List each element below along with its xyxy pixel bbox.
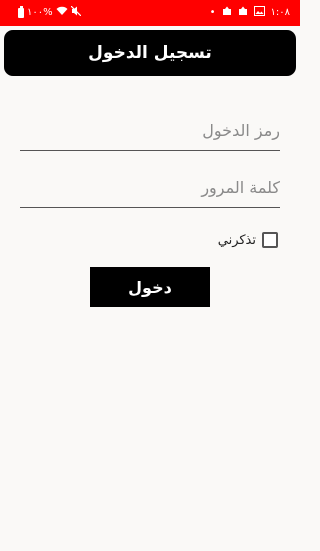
- status-bar-left: ١٠٠%: [18, 5, 82, 21]
- mute-icon: [70, 5, 82, 21]
- username-field[interactable]: [20, 110, 280, 151]
- page-title: تسجيل الدخول: [88, 43, 212, 63]
- login-button-label: دخول: [128, 277, 172, 297]
- image-icon: [253, 5, 265, 21]
- dot-icon: •: [209, 7, 216, 18]
- battery-percent: ١٠٠%: [27, 7, 53, 18]
- username-input[interactable]: [20, 110, 280, 150]
- remember-me-label: تذكرني: [217, 232, 256, 248]
- status-bar-right: • ١:٠٨: [209, 5, 290, 21]
- remember-me-checkbox[interactable]: [262, 232, 278, 248]
- password-field[interactable]: [20, 167, 280, 208]
- password-input[interactable]: [20, 167, 280, 207]
- login-button[interactable]: دخول: [90, 267, 210, 307]
- battery-icon: [18, 6, 24, 18]
- clock-time: ١:٠٨: [270, 7, 290, 18]
- app-header: تسجيل الدخول: [4, 30, 296, 76]
- remember-me-row[interactable]: تذكرني: [218, 231, 278, 249]
- notification-icon: [222, 6, 232, 21]
- status-bar: ١٠٠% • ١:٠٨: [0, 0, 300, 26]
- notification-icon-2: [238, 6, 248, 21]
- wifi-icon: [56, 6, 68, 21]
